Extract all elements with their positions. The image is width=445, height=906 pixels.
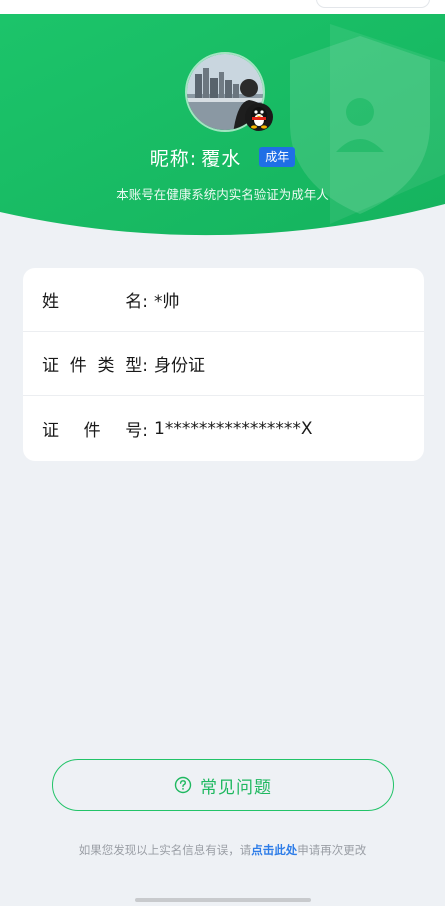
id-type-label-char: 件 xyxy=(69,356,87,376)
id-number-row: 证 件 号: 1****************X xyxy=(23,396,424,461)
footer-suffix: 申请再次更改 xyxy=(297,843,367,857)
top-strip xyxy=(0,0,445,14)
top-capsule xyxy=(316,0,430,8)
profile-header: 昵称: 覆水 成年 本账号在健康系统内实名验证为成年人 xyxy=(0,14,445,244)
nickname-label: 昵称: xyxy=(149,147,198,170)
footer-note: 如果您发现以上实名信息有误，请点击此处申请再次更改 xyxy=(0,842,445,858)
name-row: 姓 名: *帅 xyxy=(23,268,424,332)
name-label: 姓 名: xyxy=(42,287,148,312)
question-circle-icon xyxy=(174,776,192,794)
id-number-value: 1****************X xyxy=(154,418,313,439)
faq-label: 常见问题 xyxy=(200,777,272,798)
id-number-label-char: 证 xyxy=(42,421,59,441)
nickname-row: 昵称: 覆水 成年 xyxy=(0,142,445,172)
home-indicator[interactable] xyxy=(135,898,311,902)
id-number-label-char: 号: xyxy=(125,421,148,441)
click-here-link[interactable]: 点击此处 xyxy=(251,843,297,857)
id-number-label-char: 件 xyxy=(83,421,101,441)
verification-note: 本账号在健康系统内实名验证为成年人 xyxy=(116,187,329,202)
id-number-label: 证 件 号: xyxy=(42,416,148,441)
id-type-row: 证 件 类 型: 身份证 xyxy=(23,332,424,396)
adult-badge: 成年 xyxy=(259,147,296,167)
footer-prefix: 如果您发现以上实名信息有误，请 xyxy=(78,843,252,857)
qq-penguin-icon xyxy=(244,102,274,132)
nickname-value: 覆水 xyxy=(201,147,242,170)
name-value: *帅 xyxy=(154,292,180,312)
name-label-char: 名: xyxy=(125,292,148,312)
id-type-label: 证 件 类 型: xyxy=(42,351,148,376)
nickname-group: 昵称: 覆水 xyxy=(150,144,241,171)
faq-button[interactable]: 常见问题 xyxy=(52,759,394,811)
name-label-char: 姓 xyxy=(42,292,59,312)
id-type-value: 身份证 xyxy=(154,356,205,376)
id-type-label-char: 证 xyxy=(42,356,59,376)
id-type-label-char: 类 xyxy=(97,356,115,376)
id-type-label-char: 型: xyxy=(125,356,148,376)
identity-info-card: 姓 名: *帅 证 件 类 型: 身份证 证 件 号: 1***********… xyxy=(23,268,424,461)
